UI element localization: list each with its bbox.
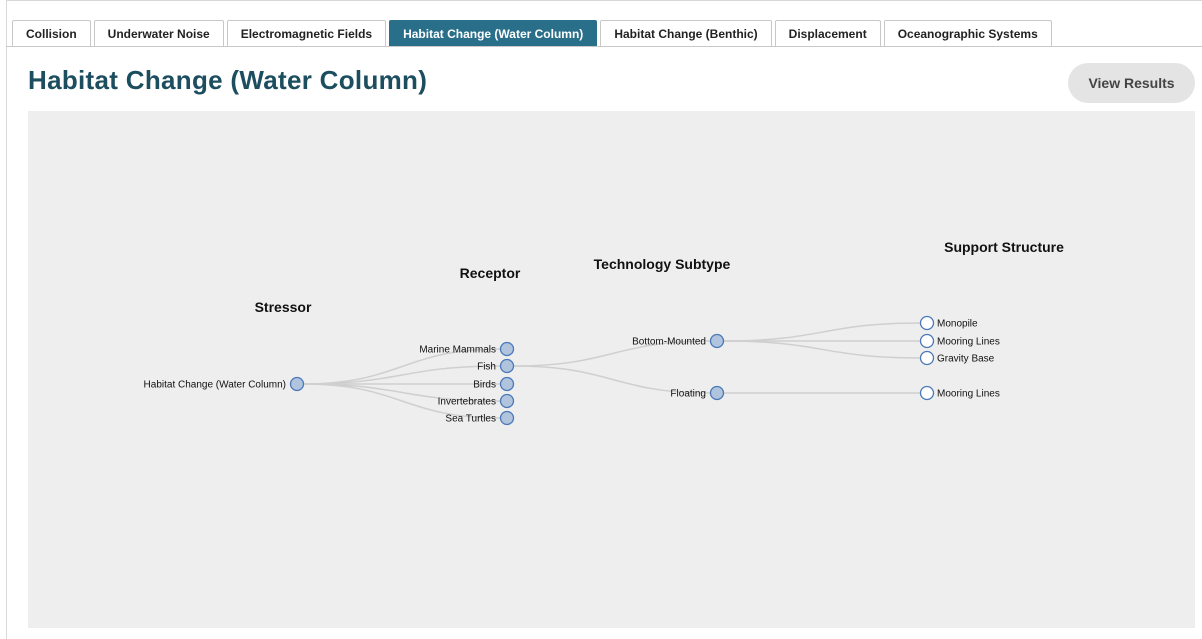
node-circle[interactable] <box>499 341 515 357</box>
node-label: Floating <box>670 389 706 400</box>
node-label: Habitat Change (Water Column) <box>144 380 286 391</box>
tree-node-receptor[interactable]: Invertebrates <box>438 393 515 409</box>
node-circle[interactable] <box>919 385 935 401</box>
tab-displacement[interactable]: Displacement <box>774 20 881 47</box>
column-header-stressor: Stressor <box>255 299 312 315</box>
node-label: Mooring Lines <box>937 389 1000 400</box>
stressor-tab-bar: Collision Underwater Noise Electromagnet… <box>12 20 1052 47</box>
tree-node-technology-subtype[interactable]: Floating <box>670 385 725 401</box>
node-circle[interactable] <box>499 393 515 409</box>
column-header-technology-subtype: Technology Subtype <box>594 256 731 272</box>
tree-node-support-structure[interactable]: Mooring Lines <box>919 333 1000 349</box>
node-circle[interactable] <box>709 385 725 401</box>
node-circle[interactable] <box>919 315 935 331</box>
tree-node-receptor[interactable]: Fish <box>477 358 515 374</box>
tree-svg: Stressor Receptor Technology Subtype Sup… <box>144 239 1064 426</box>
link-bottom-mounted-monopile <box>722 322 922 342</box>
tree-node-support-structure[interactable]: Gravity Base <box>919 350 995 366</box>
tree-links <box>302 322 922 419</box>
node-label: Bottom-Mounted <box>632 337 706 348</box>
node-label: Mooring Lines <box>937 337 1000 348</box>
link-bottom-mounted-gravity-base <box>722 340 922 359</box>
link-stressor-fish <box>302 365 502 385</box>
node-circle[interactable] <box>289 376 305 392</box>
tab-habitat-change-benthic[interactable]: Habitat Change (Benthic) <box>600 20 772 47</box>
node-label: Fish <box>477 362 496 373</box>
page-title: Habitat Change (Water Column) <box>28 65 428 95</box>
node-circle[interactable] <box>499 358 515 374</box>
tree-diagram: Stressor Receptor Technology Subtype Sup… <box>28 111 1195 628</box>
node-label: Invertebrates <box>438 397 496 408</box>
view-results-button[interactable]: View Results <box>1068 63 1195 103</box>
node-circle[interactable] <box>499 410 515 426</box>
node-circle[interactable] <box>499 376 515 392</box>
node-label: Monopile <box>937 319 978 330</box>
node-label: Sea Turtles <box>445 414 496 425</box>
node-circle[interactable] <box>919 333 935 349</box>
column-header-receptor: Receptor <box>460 265 521 281</box>
node-circle[interactable] <box>919 350 935 366</box>
tab-habitat-change-water-column[interactable]: Habitat Change (Water Column) <box>389 20 598 47</box>
tab-collision[interactable]: Collision <box>12 20 91 47</box>
tab-electromagnetic-fields[interactable]: Electromagnetic Fields <box>226 20 387 47</box>
node-label: Birds <box>473 380 496 391</box>
tab-divider <box>6 46 1202 47</box>
tree-node-receptor[interactable]: Birds <box>473 376 515 392</box>
node-label: Marine Mammals <box>419 345 496 356</box>
tab-underwater-noise[interactable]: Underwater Noise <box>93 20 224 47</box>
tree-node-support-structure[interactable]: Monopile <box>919 315 979 331</box>
tab-oceanographic-systems[interactable]: Oceanographic Systems <box>883 20 1052 47</box>
tree-node-receptor[interactable]: Sea Turtles <box>445 410 515 426</box>
tree-node-support-structure[interactable]: Mooring Lines <box>919 385 1000 401</box>
column-header-support-structure: Support Structure <box>944 239 1064 255</box>
node-label: Gravity Base <box>937 354 995 365</box>
node-circle[interactable] <box>709 333 725 349</box>
tree-node-stressor[interactable]: Habitat Change (Water Column) <box>144 376 305 392</box>
